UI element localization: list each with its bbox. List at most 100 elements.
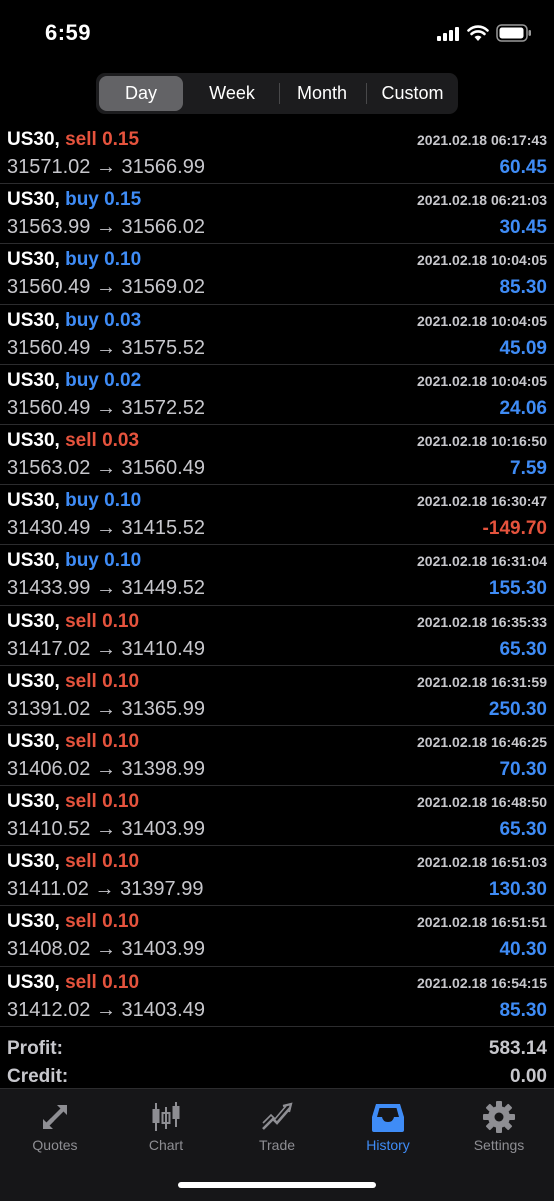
- gear-icon: [483, 1101, 515, 1133]
- trade-row[interactable]: US30, sell 0.10 31411.02 → 31397.99 2021.0…: [0, 846, 554, 907]
- trade-symbol: US30,: [7, 369, 60, 391]
- tab-quotes-label: Quotes: [32, 1137, 78, 1153]
- trade-datetime: 2021.02.18 06:21:03: [417, 192, 547, 209]
- trade-symbol-line: US30, sell 0.15: [7, 129, 139, 151]
- arrow-icon: →: [95, 998, 116, 1021]
- trade-prices: 31410.52 → 31403.99: [7, 818, 205, 841]
- tab-trade[interactable]: Trade: [222, 1089, 332, 1169]
- tab-quotes[interactable]: Quotes: [0, 1089, 110, 1169]
- open-price: 31406.02: [7, 757, 91, 780]
- trade-profit: 65.30: [499, 819, 547, 841]
- trade-profit: 70.30: [499, 758, 547, 780]
- trade-side: buy: [65, 189, 99, 211]
- trade-profit: 155.30: [488, 578, 547, 600]
- arrow-icon: →: [94, 878, 115, 901]
- trade-side-volume: buy 0.02: [65, 370, 141, 391]
- trade-symbol-line: US30, sell 0.10: [7, 972, 139, 994]
- close-price: 31403.49: [121, 998, 205, 1021]
- trade-row[interactable]: US30, buy 0.10 31560.49 → 31569.02 2021.02…: [0, 244, 554, 305]
- trade-symbol-line: US30, buy 0.10: [7, 550, 141, 572]
- trade-volume: 0.02: [104, 369, 142, 391]
- trade-datetime: 2021.02.18 16:30:47: [417, 493, 547, 510]
- trade-datetime: 2021.02.18 10:04:05: [417, 312, 547, 329]
- trade-row[interactable]: US30, sell 0.10 31408.02 → 31403.99 2021.0…: [0, 906, 554, 967]
- close-price: 31410.49: [121, 637, 205, 660]
- trade-symbol-line: US30, buy 0.15: [7, 189, 141, 211]
- trade-prices: 31408.02 → 31403.99: [7, 938, 205, 961]
- close-price: 31566.02: [121, 216, 205, 239]
- inbox-tray-icon: [372, 1104, 404, 1132]
- trade-profit: 7.59: [510, 457, 547, 479]
- tab-settings[interactable]: Settings: [444, 1089, 554, 1169]
- trade-row[interactable]: US30, sell 0.10 31412.02 → 31403.49 2021.0…: [0, 967, 554, 1027]
- tab-trade-label: Trade: [258, 1137, 296, 1153]
- tab-history[interactable]: History: [333, 1089, 443, 1169]
- trade-side-volume: sell 0.10: [65, 911, 139, 932]
- trade-symbol: US30,: [7, 550, 60, 572]
- trade-datetime: 2021.02.18 16:46:25: [417, 733, 547, 750]
- trade-volume: 0.10: [102, 791, 140, 813]
- trade-row[interactable]: US30, buy 0.15 31563.99 → 31566.02 2021.02…: [0, 184, 554, 245]
- trade-symbol: US30,: [7, 309, 60, 331]
- trade-datetime: 2021.02.18 10:16:50: [417, 432, 547, 449]
- close-price: 31572.52: [121, 396, 205, 419]
- trade-symbol: US30,: [7, 429, 60, 451]
- close-price: 31403.99: [121, 938, 205, 961]
- trade-prices: 31391.02 → 31365.99: [7, 698, 205, 721]
- trade-row[interactable]: US30, sell 0.15 31571.02 → 31566.99 2021.0…: [0, 124, 554, 185]
- trade-symbol-line: US30, buy 0.03: [7, 310, 141, 332]
- tab-chart[interactable]: Chart: [111, 1089, 221, 1169]
- trade-datetime: 2021.02.18 16:31:59: [417, 673, 547, 690]
- tab-week[interactable]: Week: [190, 73, 274, 114]
- trade-volume: 0.10: [102, 670, 140, 692]
- summary-panel: Profit: 583.14 Credit: 0.00: [0, 1038, 554, 1094]
- trade-datetime: 2021.02.18 10:04:05: [417, 372, 547, 389]
- arrow-icon: →: [95, 938, 116, 961]
- tab-custom[interactable]: Custom: [367, 73, 458, 114]
- trade-row[interactable]: US30, buy 0.03 31560.49 → 31575.52 2021.02…: [0, 305, 554, 365]
- trade-profit: 30.45: [499, 217, 547, 239]
- open-price: 31391.02: [7, 697, 91, 720]
- trade-row[interactable]: US30, sell 0.10 31391.02 → 31365.99 2021.0…: [0, 666, 554, 726]
- trade-side-volume: buy 0.03: [65, 310, 141, 331]
- close-price: 31415.52: [121, 517, 205, 540]
- trade-symbol-line: US30, sell 0.10: [7, 911, 139, 933]
- trade-symbol-line: US30, buy 0.02: [7, 370, 141, 392]
- trade-row[interactable]: US30, sell 0.10 31406.02 → 31398.99 2021.0…: [0, 726, 554, 787]
- trade-row[interactable]: US30, buy 0.10 31430.49 → 31415.52 2021.02…: [0, 485, 554, 546]
- close-price: 31575.52: [121, 336, 205, 359]
- trade-row[interactable]: US30, sell 0.10 31410.52 → 31403.99 2021.0…: [0, 786, 554, 847]
- trade-symbol: US30,: [7, 129, 60, 150]
- trade-symbol-line: US30, buy 0.10: [7, 249, 141, 271]
- trade-datetime: 2021.02.18 06:17:43: [417, 132, 547, 148]
- trade-symbol-line: US30, sell 0.10: [7, 791, 139, 813]
- close-price: 31449.52: [121, 577, 205, 600]
- open-price: 31563.02: [7, 456, 91, 479]
- tab-settings-label: Settings: [473, 1137, 525, 1153]
- trade-symbol-line: US30, buy 0.10: [7, 490, 141, 512]
- trade-volume: 0.15: [102, 129, 140, 150]
- tab-day[interactable]: Day: [99, 76, 183, 111]
- arrow-icon: →: [95, 456, 116, 479]
- trade-row[interactable]: US30, sell 0.03 31563.02 → 31560.49 2021.0…: [0, 425, 554, 486]
- trade-row[interactable]: US30, buy 0.02 31560.49 → 31572.52 2021.02…: [0, 365, 554, 425]
- trade-row[interactable]: US30, sell 0.10 31417.02 → 31410.49 2021.0…: [0, 606, 554, 666]
- trade-profit: 130.30: [488, 879, 547, 901]
- trade-side: sell: [65, 851, 97, 873]
- trade-symbol-line: US30, sell 0.10: [7, 851, 139, 873]
- tab-month[interactable]: Month: [280, 73, 364, 114]
- arrow-icon: →: [95, 336, 116, 359]
- trade-symbol: US30,: [7, 971, 60, 993]
- trade-side: sell: [65, 610, 97, 632]
- trade-row[interactable]: US30, buy 0.10 31433.99 → 31449.52 2021.02…: [0, 545, 554, 606]
- trade-volume: 0.10: [102, 610, 140, 632]
- trade-side: sell: [65, 911, 97, 933]
- trade-profit: 65.30: [499, 638, 547, 660]
- trade-prices: 31560.49 → 31569.02: [7, 276, 205, 299]
- trade-profit: 40.30: [499, 939, 547, 961]
- trade-profit: 85.30: [499, 277, 547, 299]
- candlestick-chart-icon: [152, 1102, 180, 1131]
- trade-volume: 0.10: [104, 490, 142, 512]
- close-price: 31560.49: [121, 456, 205, 479]
- arrow-icon: →: [95, 396, 116, 419]
